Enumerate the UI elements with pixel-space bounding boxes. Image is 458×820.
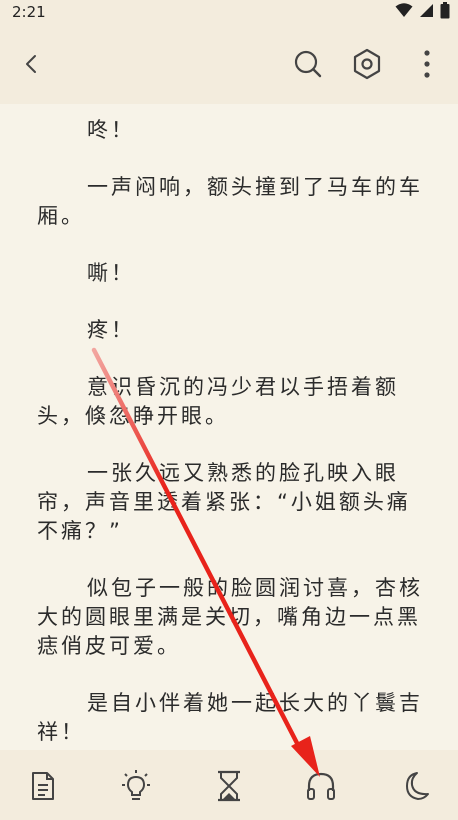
paragraph: 一声闷响，额头撞到了马车的车厢。	[37, 175, 423, 228]
battery-icon	[440, 1, 450, 23]
back-icon[interactable]	[12, 44, 52, 84]
paragraph: 是自小伴着她一起长大的丫鬟吉祥！	[37, 691, 423, 744]
catalog-icon[interactable]	[25, 768, 61, 804]
brightness-icon[interactable]	[118, 768, 154, 804]
reader-content[interactable]: 咚！ 一声闷响，额头撞到了马车的车厢。 嘶！ 疼！ 意识昏沉的冯少君以手捂着额头…	[0, 104, 458, 750]
listen-icon[interactable]	[303, 768, 339, 804]
night-mode-icon[interactable]	[396, 768, 432, 804]
chapter-text: 咚！ 一声闷响，额头撞到了马车的车厢。 嘶！ 疼！ 意识昏沉的冯少君以手捂着额头…	[37, 116, 425, 750]
status-time: 2:21	[12, 3, 46, 21]
paragraph: 意识昏沉的冯少君以手捂着额头，倏忽睁开眼。	[37, 375, 399, 428]
reader-bottom-toolbar	[0, 750, 458, 820]
paragraph: 疼！	[87, 318, 135, 342]
paragraph: 嘶！	[87, 261, 135, 285]
search-icon[interactable]	[288, 44, 328, 84]
status-icons	[395, 1, 450, 23]
timer-icon[interactable]	[211, 768, 247, 804]
status-bar: 2:21	[0, 0, 458, 24]
signal-icon	[419, 3, 434, 22]
paragraph: 一张久远又熟悉的脸孔映入眼帘，声音里透着紧张：“小姐额头痛不痛？”	[37, 461, 411, 543]
settings-icon[interactable]	[347, 44, 387, 84]
paragraph: 咚！	[87, 118, 135, 142]
paragraph: 似包子一般的脸圆润讨喜，杏核大的圆眼里满是关切，嘴角边一点黑痣俏皮可爱。	[37, 576, 423, 658]
reader-top-toolbar	[0, 24, 458, 104]
wifi-icon	[395, 2, 413, 22]
more-icon[interactable]	[407, 44, 447, 84]
